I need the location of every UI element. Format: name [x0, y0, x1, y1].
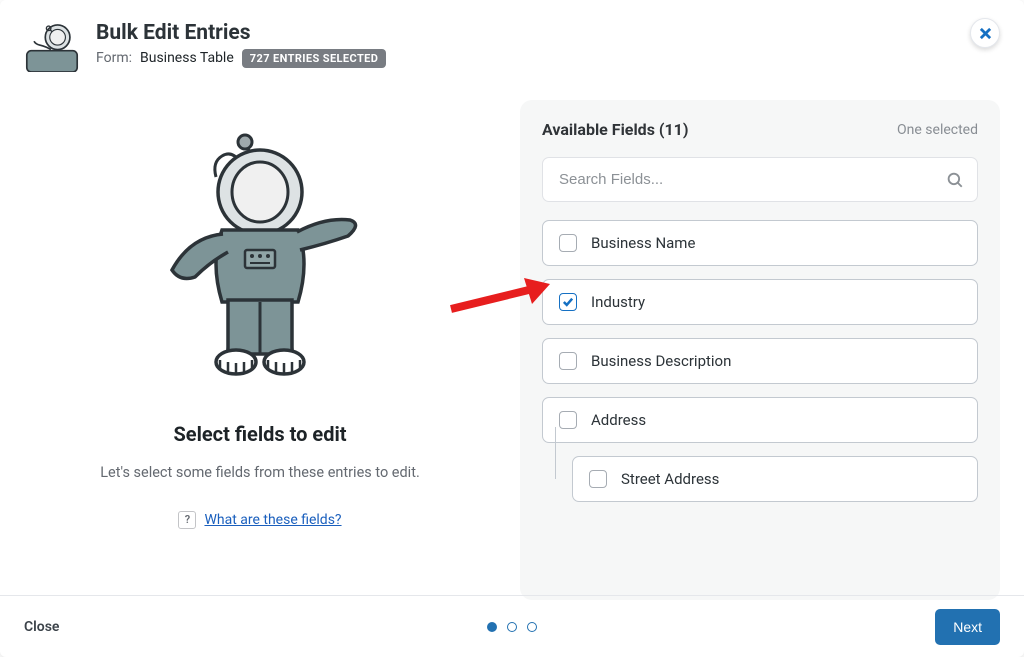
checkbox[interactable] — [559, 352, 577, 370]
step-heading: Select fields to edit — [173, 422, 346, 446]
checkbox[interactable] — [559, 234, 577, 252]
available-fields-panel: Available Fields (11) One selected Busin… — [520, 100, 1000, 600]
field-item[interactable]: Business Description — [542, 338, 978, 384]
field-label: Address — [591, 411, 646, 429]
panel-title: Available Fields (11) — [542, 120, 688, 139]
step-description: Let's select some fields from these entr… — [100, 464, 420, 481]
search-input[interactable] — [542, 157, 978, 202]
field-label: Industry — [591, 293, 645, 311]
step-dot-2 — [507, 622, 517, 632]
step-indicator — [487, 622, 537, 632]
step-dot-1 — [487, 622, 497, 632]
help-link[interactable]: What are these fields? — [204, 512, 341, 528]
close-text-button[interactable]: Close — [24, 619, 59, 635]
form-label: Form: — [96, 50, 132, 66]
field-label: Business Description — [591, 352, 731, 370]
field-label: Street Address — [621, 470, 719, 488]
next-button[interactable]: Next — [935, 609, 1000, 645]
checkbox[interactable] — [559, 293, 577, 311]
selected-count: One selected — [897, 122, 978, 138]
checkbox[interactable] — [589, 470, 607, 488]
page-title: Bulk Edit Entries — [96, 21, 386, 45]
header: Bulk Edit Entries Form: Business Table 7… — [0, 0, 1024, 80]
close-icon — [979, 27, 992, 40]
entries-selected-badge: 727 ENTRIES SELECTED — [242, 49, 387, 68]
search-icon — [946, 171, 964, 189]
checkbox[interactable] — [559, 411, 577, 429]
form-name: Business Table — [140, 50, 234, 66]
field-item[interactable]: Business Name — [542, 220, 978, 266]
field-item[interactable]: Industry — [542, 279, 978, 325]
fields-list[interactable]: Business Name Industry Business Descriptio… — [542, 220, 978, 580]
help-icon[interactable]: ? — [178, 511, 196, 529]
annotation-arrow-icon — [446, 274, 556, 320]
app-mascot-icon — [24, 16, 80, 72]
footer: Close Next — [0, 595, 1024, 657]
field-item[interactable]: Street Address — [572, 456, 978, 502]
step-dot-3 — [527, 622, 537, 632]
intro-panel: Select fields to edit Let's select some … — [24, 100, 496, 600]
field-label: Business Name — [591, 234, 695, 252]
astronaut-illustration — [150, 132, 370, 392]
field-item[interactable]: Address — [542, 397, 978, 443]
close-button[interactable] — [970, 18, 1000, 48]
